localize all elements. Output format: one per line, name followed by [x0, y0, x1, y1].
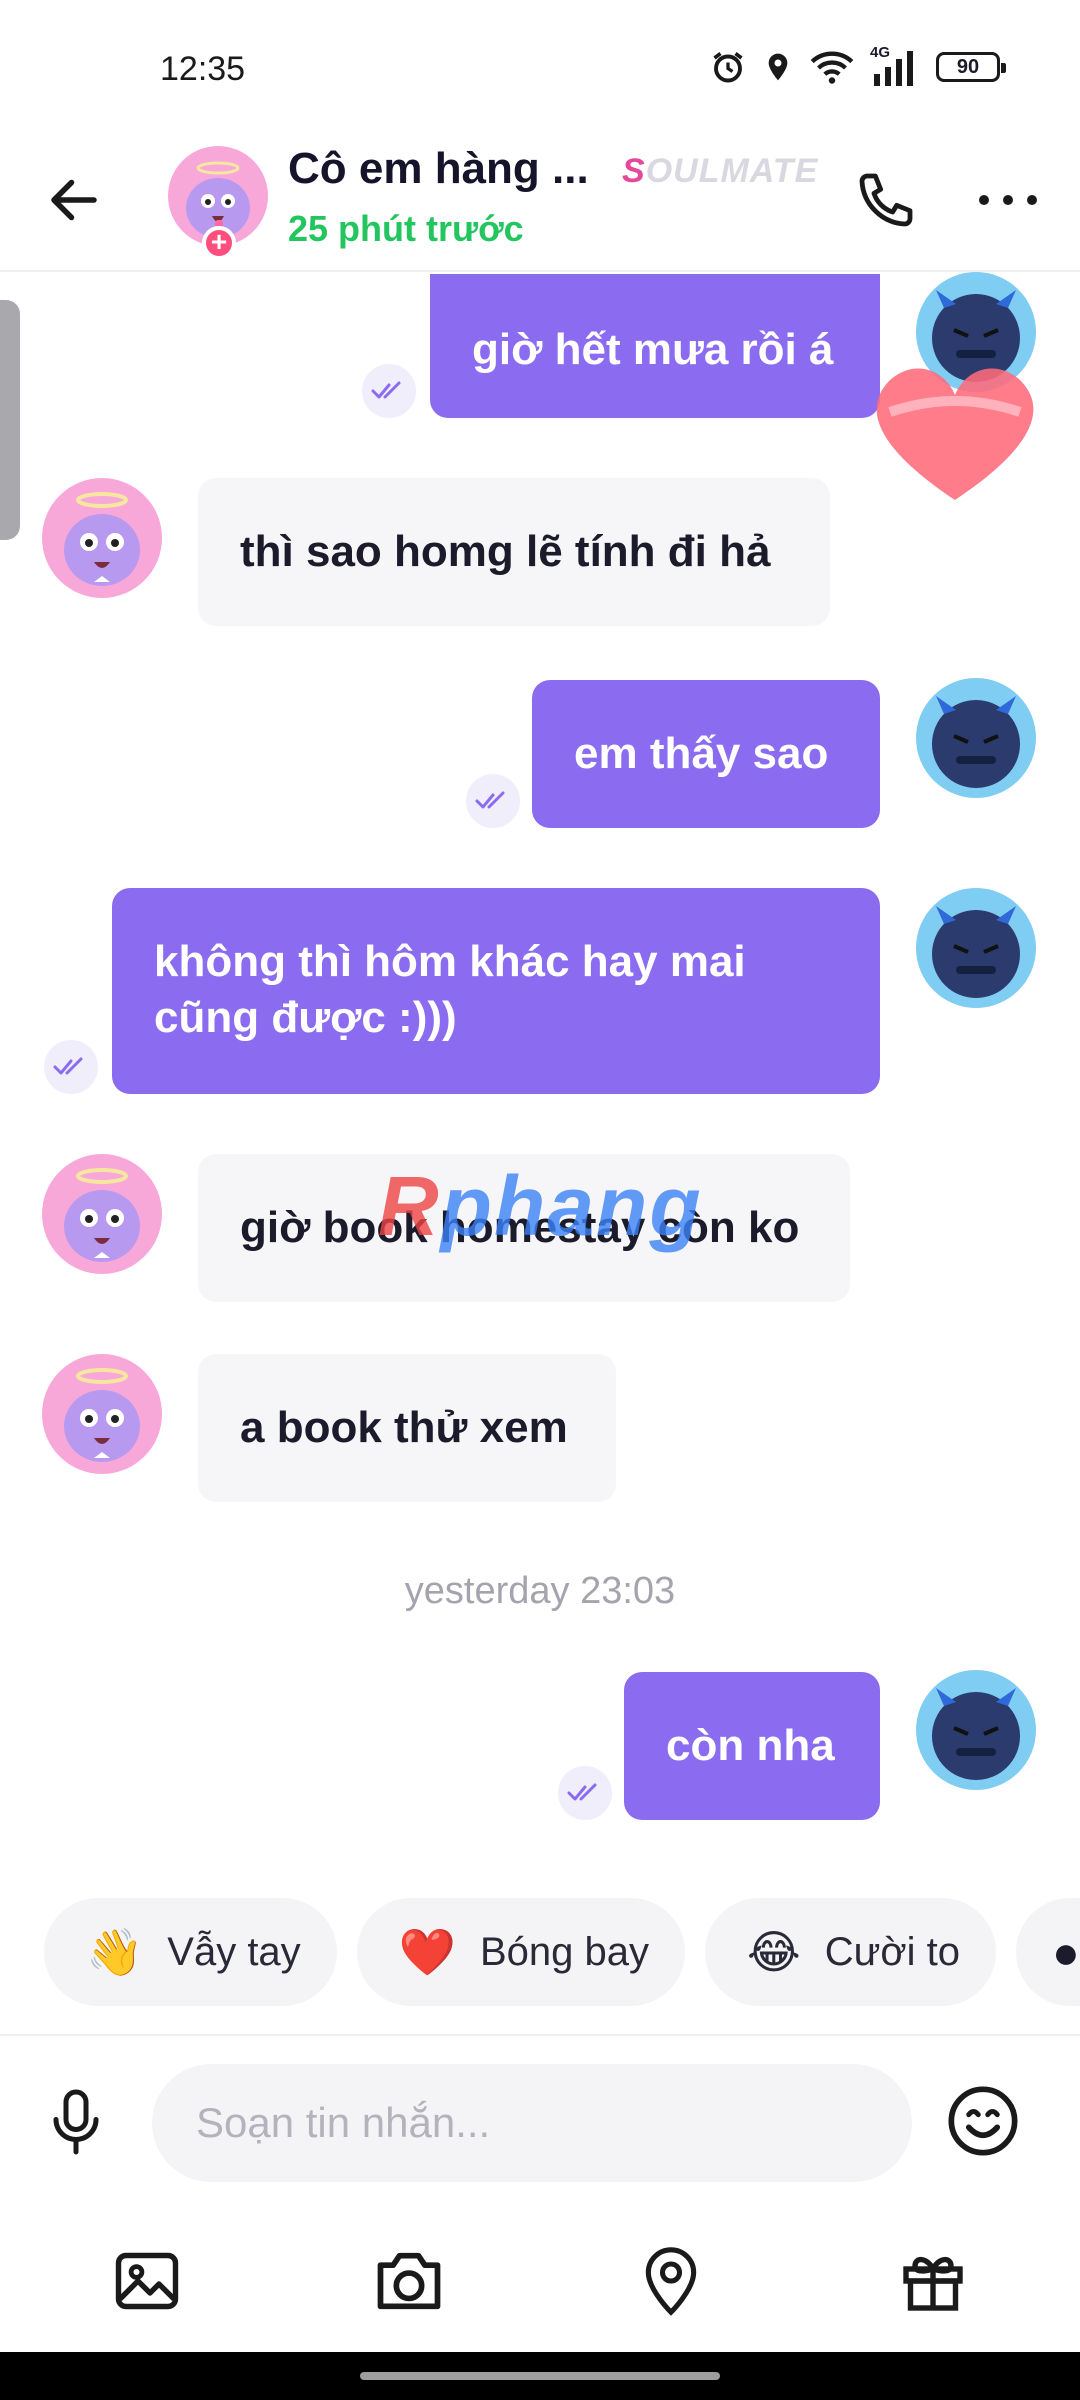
- more-options-button[interactable]: [968, 160, 1048, 240]
- soulmate-badge-initial: S: [622, 152, 646, 190]
- reaction-label: Bóng bay: [479, 1929, 649, 1974]
- status-icons: 4G 90: [710, 44, 1006, 86]
- alarm-icon: [713, 52, 743, 83]
- reaction-chip-balloon[interactable]: ❤️ Bóng bay: [356, 1898, 685, 2006]
- message-text-line: cũng được :))): [154, 993, 457, 1042]
- message-text: giờ hết mưa rồi á: [472, 325, 834, 374]
- microphone-icon: [53, 2089, 99, 2155]
- smiley-icon: [948, 2086, 1018, 2156]
- system-navigation-bar: [0, 2352, 1080, 2400]
- image-icon: [115, 2252, 179, 2310]
- last-seen-status: 25 phút trước: [288, 208, 524, 249]
- monster-avatar-icon: [64, 1168, 140, 1262]
- watermark-rest: phang: [440, 1159, 703, 1253]
- date-separator: yesterday 23:03: [404, 1570, 676, 1612]
- contact-message-avatar[interactable]: [42, 1354, 162, 1474]
- double-check-icon: [567, 1783, 597, 1801]
- battery-icon: 90: [936, 52, 1006, 82]
- send-gift-button[interactable]: [888, 2236, 978, 2326]
- gallery-button[interactable]: [102, 2236, 192, 2326]
- message-text: a book thử xem: [240, 1403, 568, 1452]
- phone-icon: [859, 173, 913, 227]
- monster-avatar-icon: [932, 696, 1020, 788]
- message-bubble-incoming[interactable]: a book thử xem: [198, 1354, 616, 1502]
- message-bubble-outgoing[interactable]: còn nha: [624, 1672, 880, 1820]
- attachment-toolbar: [0, 2226, 1080, 2346]
- message-text-line: không thì hôm khác hay mai: [154, 937, 746, 986]
- read-receipt: [558, 1766, 612, 1820]
- partial-emoji-icon: ●: [1052, 1926, 1080, 1978]
- voice-message-button[interactable]: [36, 2082, 116, 2162]
- reaction-chip-wave[interactable]: 👋 Vẫy tay: [44, 1898, 337, 2006]
- message-bubble-incoming[interactable]: thì sao homg lẽ tính đi hả: [198, 478, 830, 626]
- my-avatar[interactable]: [916, 888, 1036, 1008]
- my-avatar[interactable]: [916, 1670, 1036, 1790]
- soulmate-badge-rest: OULMATE: [645, 152, 819, 190]
- message-text: em thấy sao: [574, 729, 829, 778]
- laugh-emoji-icon: 😂: [747, 1925, 801, 1979]
- message-text: thì sao homg lẽ tính đi hả: [240, 527, 771, 576]
- chat-header: + Cô em hàng ... 25 phút trước SOULMATE: [0, 130, 1080, 272]
- home-gesture-handle[interactable]: [360, 2372, 720, 2380]
- monster-avatar-icon: [932, 1688, 1020, 1780]
- signal-icon: 4G: [870, 44, 920, 86]
- camera-button[interactable]: [364, 2236, 454, 2326]
- reaction-label: Vẫy tay: [167, 1929, 301, 1974]
- wave-emoji-icon: 👋: [86, 1924, 144, 1979]
- watermark-initial: R: [378, 1159, 441, 1253]
- status-time: 12:35: [160, 50, 246, 88]
- message-input[interactable]: [152, 2064, 912, 2182]
- back-button[interactable]: [40, 166, 108, 234]
- read-receipt: [466, 774, 520, 828]
- double-check-icon: [371, 381, 401, 399]
- reaction-label: Cười to: [824, 1929, 961, 1974]
- contact-message-avatar[interactable]: [42, 478, 162, 598]
- message-text: còn nha: [666, 1721, 835, 1770]
- contact-message-avatar[interactable]: [42, 1154, 162, 1274]
- message-bubble-outgoing[interactable]: giờ hết mưa rồi á: [430, 274, 880, 418]
- share-location-button[interactable]: [626, 2236, 716, 2326]
- monster-avatar-icon: [932, 906, 1020, 998]
- network-label: 4G: [870, 44, 891, 61]
- status-bar: 12:35 4G 90: [0, 0, 1080, 130]
- contact-name[interactable]: Cô em hàng ...: [288, 144, 589, 194]
- location-pin-icon: [645, 2247, 697, 2316]
- more-dots-icon: [979, 195, 1037, 205]
- scroll-handle[interactable]: [0, 300, 20, 540]
- wifi-icon: [810, 51, 854, 84]
- battery-level: 90: [956, 55, 980, 78]
- emoji-picker-button[interactable]: [942, 2080, 1024, 2162]
- gift-icon: [903, 2256, 963, 2311]
- reaction-chip-partial[interactable]: ●: [1016, 1898, 1080, 2006]
- add-friend-badge[interactable]: +: [202, 226, 236, 260]
- read-receipt: [362, 364, 416, 418]
- read-receipt: [44, 1040, 98, 1094]
- quick-reactions: 👋 Vẫy tay ❤️ Bóng bay 😂 Cười to ●: [44, 1898, 1080, 2006]
- heart-sticker-icon: [876, 368, 1034, 500]
- watermark-logo: Rphang: [378, 1158, 703, 1255]
- message-composer: [0, 2034, 1080, 2198]
- monster-avatar-icon: [64, 1368, 140, 1462]
- double-check-icon: [53, 1057, 83, 1075]
- location-icon: [768, 53, 788, 81]
- message-bubble-outgoing[interactable]: không thì hôm khác hay mai cũng được :))…: [112, 888, 880, 1094]
- my-avatar[interactable]: [916, 678, 1036, 798]
- message-bubble-outgoing[interactable]: em thấy sao: [532, 680, 880, 828]
- reaction-chip-laugh[interactable]: 😂 Cười to: [705, 1898, 997, 2006]
- monster-avatar-icon: [64, 492, 140, 586]
- heart-emoji-icon: ❤️: [398, 1924, 456, 1979]
- arrow-left-icon: [51, 179, 97, 221]
- soulmate-badge: SOULMATE: [622, 152, 818, 191]
- voice-call-button[interactable]: [846, 160, 926, 240]
- double-check-icon: [475, 791, 505, 809]
- camera-icon: [377, 2252, 441, 2310]
